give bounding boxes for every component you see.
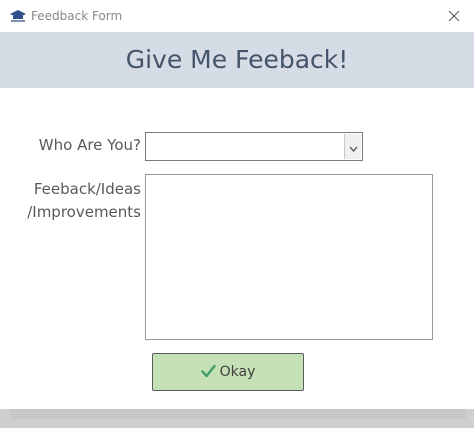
chevron-down-icon <box>349 137 358 156</box>
who-are-you-dropdown[interactable] <box>145 132 363 161</box>
close-button[interactable] <box>434 0 474 32</box>
form-heading: Give Me Feeback! <box>125 45 349 74</box>
bottom-edge-inner <box>10 409 466 419</box>
feedback-form-window: Feedback Form Give Me Feeback! Who Are Y… <box>0 0 474 428</box>
title-bar: Feedback Form <box>0 0 474 32</box>
header-banner: Give Me Feeback! <box>0 32 474 88</box>
checkmark-icon <box>200 363 216 382</box>
okay-button[interactable]: Okay <box>152 353 304 391</box>
dropdown-toggle[interactable] <box>344 134 361 159</box>
okay-button-label: Okay <box>219 364 256 380</box>
who-are-you-label: Who Are You? <box>38 136 141 154</box>
feedback-label-line2: /Improvements <box>27 203 141 221</box>
app-logo-icon <box>9 8 27 24</box>
feedback-label-line1: Feeback/Ideas <box>33 180 141 198</box>
bottom-edge <box>0 409 474 428</box>
close-icon <box>448 7 460 26</box>
window-title: Feedback Form <box>31 9 123 23</box>
feedback-textarea[interactable] <box>145 174 433 340</box>
feedback-label: Feeback/Ideas /Improvements <box>27 178 141 224</box>
